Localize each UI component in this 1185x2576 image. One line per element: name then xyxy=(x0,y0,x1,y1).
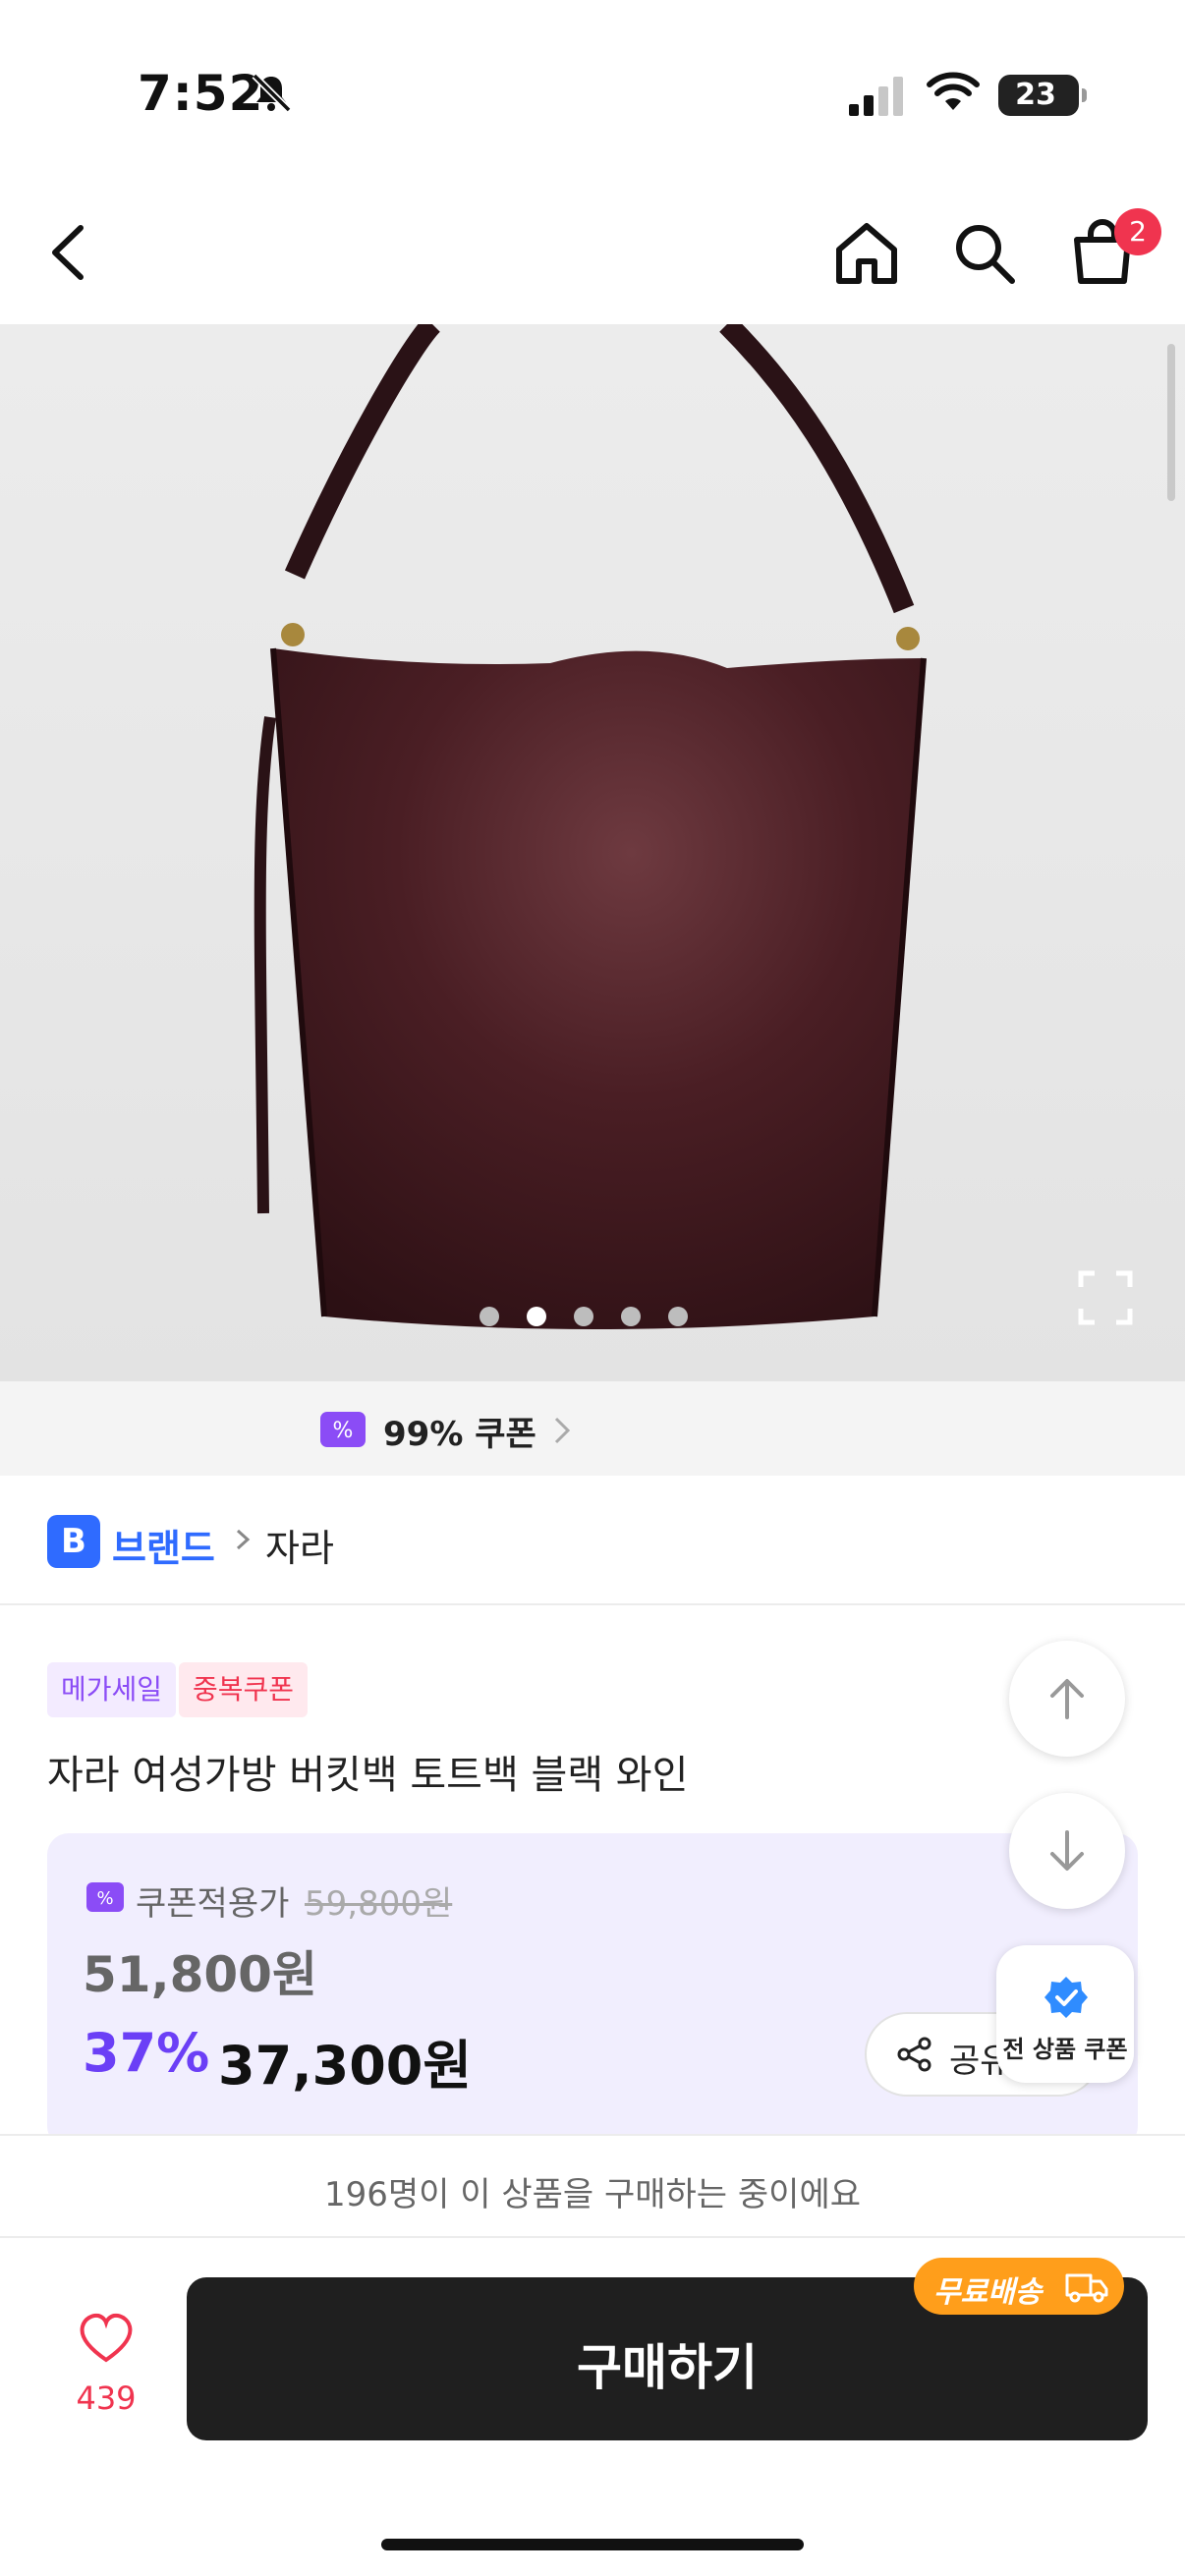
search-icon[interactable] xyxy=(949,218,1020,287)
cellular-signal-icon xyxy=(849,77,903,116)
tag-mega-sale: 메가세일 xyxy=(47,1662,177,1717)
coupon-price-label: 쿠폰적용가 xyxy=(136,1884,290,1924)
coupon-icon: % xyxy=(320,1412,366,1447)
brand-name-link[interactable]: 자라 xyxy=(265,1518,334,1572)
pagination-dot[interactable] xyxy=(480,1307,499,1326)
status-time: 7:52 xyxy=(138,65,264,122)
home-indicator xyxy=(381,2539,804,2550)
coupon-icon: % xyxy=(86,1882,124,1912)
product-image[interactable] xyxy=(0,324,1185,1381)
sale-price: 51,800원 xyxy=(83,1946,317,2003)
coupon-banner-label: 99% 쿠폰 xyxy=(383,1415,536,1454)
buy-button-label: 구매하기 xyxy=(577,2339,758,2396)
share-icon xyxy=(897,2037,931,2072)
brand-badge: B xyxy=(47,1515,100,1568)
pagination-dot-active[interactable] xyxy=(527,1307,546,1326)
product-title: 자라 여성가방 버킷백 토트백 블랙 와인 xyxy=(47,1753,689,1798)
verified-check-icon xyxy=(1044,1977,1088,2018)
battery-icon: 23 xyxy=(998,75,1087,116)
original-price: 59,800원 xyxy=(305,1884,453,1924)
tag-duplicate-coupon: 중복쿠폰 xyxy=(179,1662,309,1717)
divider xyxy=(0,1603,1185,1605)
cart-count-badge: 2 xyxy=(1114,208,1161,255)
gallery-pagination xyxy=(480,1307,688,1326)
scroll-down-button[interactable] xyxy=(1009,1793,1125,1909)
discount-rate: 37% xyxy=(83,2022,210,2084)
image-scrollbar[interactable] xyxy=(1167,344,1175,501)
final-price: 37,300원 xyxy=(218,2035,473,2097)
back-icon[interactable] xyxy=(43,218,94,287)
svg-text:%: % xyxy=(96,1888,113,1909)
buyers-count-text: 196명이 이 상품을 구매하는 중이에요 xyxy=(323,2175,862,2214)
battery-level: 23 xyxy=(1015,78,1056,112)
arrow-up-icon xyxy=(1050,1679,1084,1719)
heart-icon[interactable] xyxy=(79,2313,134,2364)
home-icon[interactable] xyxy=(831,218,902,287)
pagination-dot[interactable] xyxy=(621,1307,641,1326)
svg-text:%: % xyxy=(333,1419,354,1443)
all-coupon-label: 전 상품 쿠폰 xyxy=(1002,2036,1128,2063)
delivery-truck-icon xyxy=(1065,2273,1108,2303)
coupon-banner[interactable] xyxy=(0,1381,1185,1476)
chevron-right-icon xyxy=(236,1529,251,1550)
brand-link[interactable]: 브랜드 xyxy=(112,1518,215,1572)
arrow-down-icon xyxy=(1050,1830,1084,1871)
product-photo-handbag xyxy=(254,324,927,1329)
expand-icon[interactable] xyxy=(1077,1269,1134,1326)
pagination-dot[interactable] xyxy=(668,1307,688,1326)
like-count: 439 xyxy=(76,2380,137,2417)
bell-slash-icon xyxy=(252,73,292,113)
wifi-icon xyxy=(927,72,980,110)
scroll-up-button[interactable] xyxy=(1009,1641,1125,1757)
pagination-dot[interactable] xyxy=(574,1307,593,1326)
chevron-right-icon xyxy=(554,1417,571,1444)
free-shipping-label: 무료배송 xyxy=(933,2275,1043,2310)
